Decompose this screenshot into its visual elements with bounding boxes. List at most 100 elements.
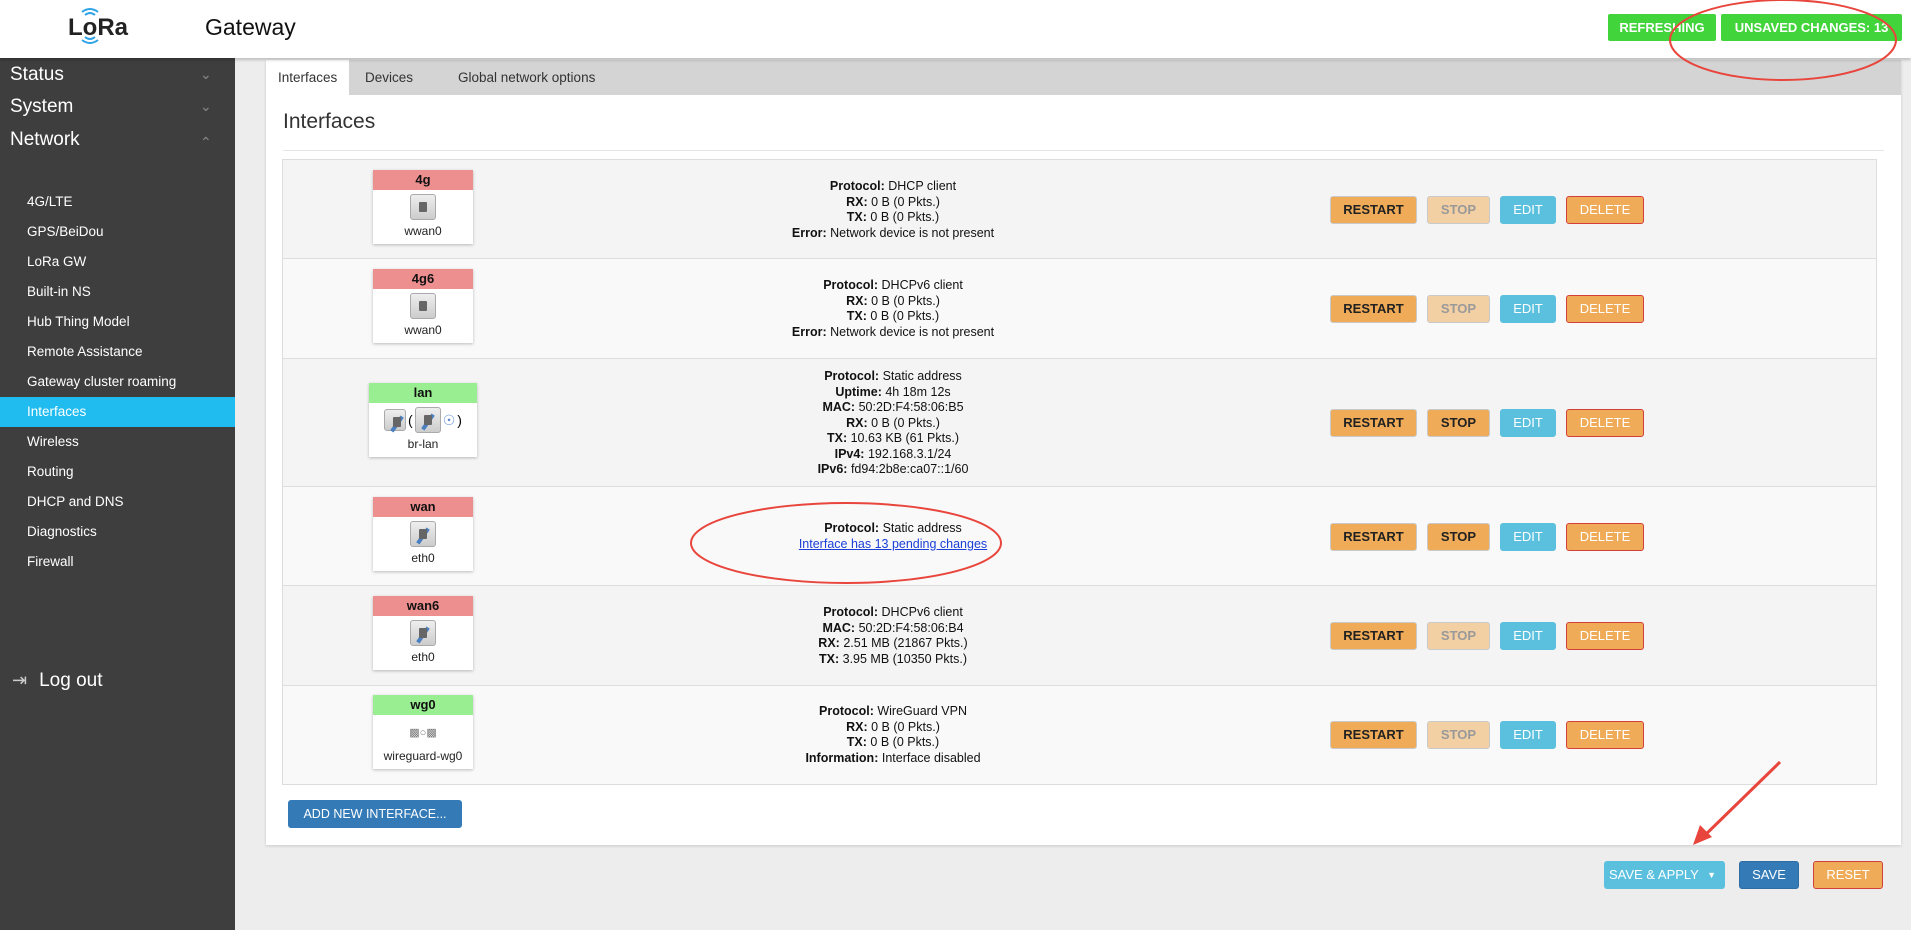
sidebar-item-remote-assistance[interactable]: Remote Assistance (0, 337, 235, 367)
interface-device: br-lan (369, 437, 477, 457)
sidebar-item-gps-beidou[interactable]: GPS/BeiDou (0, 217, 235, 247)
delete-button[interactable]: DELETE (1566, 196, 1644, 224)
info-line: RX: 0 B (0 Pkts.) (613, 720, 1173, 736)
logout-link[interactable]: ⇥Log out (12, 670, 103, 692)
interface-badge[interactable]: wan eth0 (373, 497, 473, 571)
pending-changes-link[interactable]: Interface has 13 pending changes (799, 537, 987, 551)
sidebar-item-wireless[interactable]: Wireless (0, 427, 235, 457)
stop-button[interactable]: STOP (1427, 409, 1490, 437)
chevron-down-icon: ⌄ (200, 98, 212, 115)
interface-device: wireguard-wg0 (373, 749, 473, 769)
info-line: RX: 0 B (0 Pkts.) (613, 294, 1173, 310)
interface-device: wwan0 (373, 224, 473, 244)
sidebar: Status ⌄ System ⌄ Network ⌃ 4G/LTEGPS/Be… (0, 58, 235, 930)
info-line: TX: 0 B (0 Pkts.) (613, 735, 1173, 751)
sidebar-item-lora-gw[interactable]: LoRa GW (0, 247, 235, 277)
sidebar-section-network[interactable]: Network (10, 129, 80, 151)
edit-button[interactable]: EDIT (1500, 622, 1556, 650)
sidebar-item-built-in-ns[interactable]: Built-in NS (0, 277, 235, 307)
interface-name: 4g6 (373, 269, 473, 289)
delete-button[interactable]: DELETE (1566, 721, 1644, 749)
interface-badge[interactable]: lan(☉)br-lan (369, 383, 477, 457)
interface-row-wan6: wan6eth0 Protocol: DHCPv6 clientMAC: 50:2… (283, 586, 1876, 686)
restart-button[interactable]: RESTART (1330, 622, 1417, 650)
page-title: Interfaces (283, 110, 375, 134)
delete-button[interactable]: DELETE (1566, 622, 1644, 650)
bridge-icon (384, 409, 406, 431)
interface-name: wan (373, 497, 473, 517)
divider (283, 150, 1884, 151)
delete-button[interactable]: DELETE (1566, 409, 1644, 437)
sidebar-item-interfaces[interactable]: Interfaces (0, 397, 235, 427)
interface-row-wan: wan eth0 Protocol: Static addressInterface… (283, 487, 1876, 586)
tab-devices[interactable]: Devices (353, 60, 425, 95)
sidebar-item-diagnostics[interactable]: Diagnostics (0, 517, 235, 547)
delete-button[interactable]: DELETE (1566, 295, 1644, 323)
info-line: MAC: 50:2D:F4:58:06:B5 (613, 400, 1173, 416)
restart-button[interactable]: RESTART (1330, 295, 1417, 323)
caret-down-icon[interactable]: ▼ (1707, 862, 1716, 888)
network-port-icon (410, 293, 436, 319)
info-line: Error: Network device is not present (613, 325, 1173, 341)
sidebar-section-system[interactable]: System (10, 96, 73, 118)
save-apply-button[interactable]: SAVE & APPLY▼ (1604, 861, 1725, 889)
info-line: Information: Interface disabled (613, 751, 1173, 767)
info-line: Protocol: Static address (613, 521, 1173, 537)
info-line: Protocol: WireGuard VPN (613, 704, 1173, 720)
sidebar-item-hub-thing-model[interactable]: Hub Thing Model (0, 307, 235, 337)
interface-name: 4g (373, 170, 473, 190)
restart-button[interactable]: RESTART (1330, 409, 1417, 437)
sidebar-item-firewall[interactable]: Firewall (0, 547, 235, 577)
interface-info: Protocol: Static addressUptime: 4h 18m 1… (613, 369, 1173, 478)
stop-button[interactable]: STOP (1427, 622, 1490, 650)
reset-button[interactable]: RESET (1813, 861, 1883, 889)
interface-info: Protocol: DHCPv6 clientRX: 0 B (0 Pkts.)… (613, 278, 1173, 340)
interfaces-table: 4g wwan0 Protocol: DHCP client RX: 0 B (0 P… (282, 159, 1877, 785)
tab-interfaces[interactable]: Interfaces (266, 60, 349, 95)
info-line: Protocol: DHCP client (613, 179, 1173, 195)
tab-bar: Interfaces Devices Global network option… (266, 60, 1901, 95)
sidebar-item-dhcp-and-dns[interactable]: DHCP and DNS (0, 487, 235, 517)
interface-device: wwan0 (373, 323, 473, 343)
tab-global-network-options[interactable]: Global network options (446, 60, 607, 95)
edit-button[interactable]: EDIT (1500, 409, 1556, 437)
restart-button[interactable]: RESTART (1330, 196, 1417, 224)
interface-badge[interactable]: wg0▩○▩wireguard-wg0 (373, 695, 473, 769)
add-new-interface-button[interactable]: ADD NEW INTERFACE... (288, 800, 462, 828)
info-line: Uptime: 4h 18m 12s (613, 385, 1173, 401)
interface-name: lan (369, 383, 477, 403)
edit-button[interactable]: EDIT (1500, 523, 1556, 551)
interface-row-lan: lan(☉)br-lan Protocol: Static addressUpti… (283, 359, 1876, 487)
unsaved-changes-badge[interactable]: UNSAVED CHANGES: 13 (1721, 14, 1902, 41)
lora-logo: LoRa (66, 6, 126, 46)
interface-name: wan6 (373, 596, 473, 616)
sidebar-item-gateway-cluster-roaming[interactable]: Gateway cluster roaming (0, 367, 235, 397)
interface-row-wg0: wg0▩○▩wireguard-wg0 Protocol: WireGuard V… (283, 686, 1876, 784)
interface-badge[interactable]: wan6eth0 (373, 596, 473, 670)
restart-button[interactable]: RESTART (1330, 523, 1417, 551)
stop-button[interactable]: STOP (1427, 295, 1490, 323)
save-button[interactable]: SAVE (1739, 861, 1799, 889)
interface-info: Protocol: DHCPv6 clientMAC: 50:2D:F4:58:… (613, 605, 1173, 667)
ethernet-port-icon (410, 620, 436, 646)
header: LoRa Gateway REFRESHING UNSAVED CHANGES:… (0, 0, 1911, 58)
stop-button[interactable]: STOP (1427, 196, 1490, 224)
info-line: IPv6: fd94:2b8e:ca07::1/60 (613, 462, 1173, 478)
info-line: Protocol: Static address (613, 369, 1173, 385)
sidebar-section-status[interactable]: Status (10, 64, 64, 86)
interface-device: eth0 (373, 551, 473, 571)
stop-button[interactable]: STOP (1427, 721, 1490, 749)
sidebar-item-routing[interactable]: Routing (0, 457, 235, 487)
edit-button[interactable]: EDIT (1500, 196, 1556, 224)
sidebar-item-4g-lte[interactable]: 4G/LTE (0, 187, 235, 217)
edit-button[interactable]: EDIT (1500, 295, 1556, 323)
edit-button[interactable]: EDIT (1500, 721, 1556, 749)
interface-badge[interactable]: 4g6 wwan0 (373, 269, 473, 343)
delete-button[interactable]: DELETE (1566, 523, 1644, 551)
restart-button[interactable]: RESTART (1330, 721, 1417, 749)
info-line: Protocol: DHCPv6 client (613, 278, 1173, 294)
interface-badge[interactable]: 4g wwan0 (373, 170, 473, 244)
main-panel: Interfaces Devices Global network option… (266, 60, 1901, 845)
stop-button[interactable]: STOP (1427, 523, 1490, 551)
refreshing-badge[interactable]: REFRESHING (1608, 14, 1716, 41)
